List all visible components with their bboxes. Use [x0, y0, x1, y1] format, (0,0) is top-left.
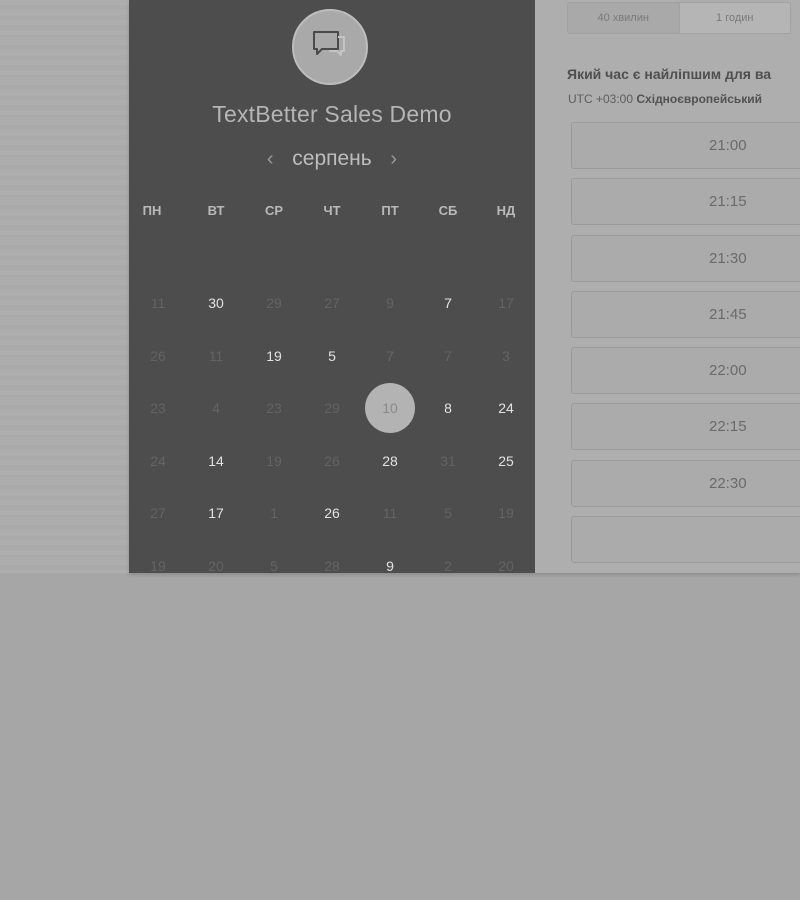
selected-day-circle: 10: [365, 383, 415, 434]
calendar-day: 5: [270, 557, 278, 573]
calendar-day[interactable]: 5: [303, 330, 361, 383]
weekday-label: ЧТ: [323, 203, 341, 218]
event-title: TextBetter Sales Demo: [212, 101, 452, 127]
calendar-day[interactable]: 26: [303, 487, 361, 540]
event-logo: [292, 9, 368, 85]
calendar-day: 1: [270, 505, 278, 522]
calendar-day: 9: [386, 295, 394, 312]
scheduler-widget: TextBetter Sales Demo ‹ серпень › ПН ВТ …: [129, 0, 800, 573]
time-slot-button[interactable]: 22:00: [571, 347, 800, 395]
calendar-day: 31: [440, 452, 456, 469]
time-slot-button[interactable]: 22:15: [571, 403, 800, 451]
calendar-day: 29: [324, 400, 340, 417]
calendar-day[interactable]: 28: [361, 435, 419, 488]
calendar-day[interactable]: 7: [419, 277, 477, 330]
calendar-day: 20: [208, 557, 224, 573]
calendar-day[interactable]: 25: [477, 435, 535, 488]
calendar-day[interactable]: 9: [361, 540, 419, 573]
month-navigation: ‹ серпень ›: [129, 145, 535, 173]
calendar-day: 20: [498, 557, 514, 573]
calendar-day: 11: [382, 505, 398, 522]
calendar-day[interactable]: 24: [477, 382, 535, 435]
weekday-label: СБ: [438, 203, 458, 218]
calendar-grid: 11 30 29 27 9 7 17 26 11 19 5 7 7 3 23 4 23 29 10 8 24 24 14 19…: [129, 277, 535, 573]
calendar-day: 4: [212, 400, 220, 417]
chevron-left-icon[interactable]: ‹: [262, 148, 278, 171]
time-slot-button[interactable]: 21:45: [571, 290, 800, 338]
duration-selector: 40 хвилин 1 годин: [567, 2, 791, 34]
calendar-day-selected[interactable]: 10: [361, 382, 419, 435]
month-label: серпень: [292, 147, 372, 170]
calendar-day: 27: [150, 505, 166, 522]
calendar-day: 26: [324, 452, 340, 469]
calendar-day[interactable]: 14: [187, 435, 245, 488]
time-slot-button[interactable]: [571, 516, 800, 564]
time-slot-list: 21:00 21:15 21:30 21:45 22:00 22:15 22:30: [571, 122, 800, 572]
weekday-label: ПТ: [381, 203, 399, 218]
calendar-day[interactable]: 30: [187, 277, 245, 330]
timezone-name: Східноєвропейський: [636, 92, 763, 106]
calendar-day[interactable]: 19: [245, 330, 303, 383]
calendar-day: 7: [444, 347, 452, 364]
weekday-label: СР: [264, 203, 284, 218]
calendar-day: 11: [208, 347, 224, 364]
weekday-header: ПН ВТ СР ЧТ ПТ СБ НД: [129, 203, 535, 218]
weekday-label: ВТ: [207, 203, 225, 218]
calendar-day: 7: [386, 347, 394, 364]
time-slot-button[interactable]: 22:30: [571, 459, 800, 507]
calendar-day: 17: [498, 295, 514, 312]
calendar-day: 23: [266, 400, 282, 417]
calendar-day: 19: [266, 452, 282, 469]
chat-bubble-icon: [313, 31, 345, 56]
calendar-day: 24: [150, 452, 166, 469]
chevron-right-icon[interactable]: ›: [386, 148, 402, 171]
calendar-day: 28: [324, 557, 340, 573]
calendar-day[interactable]: 8: [419, 382, 477, 435]
calendar-day: 3: [502, 347, 510, 364]
page-background-stripes: [0, 0, 129, 573]
calendar-day[interactable]: 17: [187, 487, 245, 540]
calendar-day: 11: [150, 295, 166, 312]
weekday-label: НД: [496, 203, 516, 218]
duration-option-1-hour[interactable]: 1 годин: [678, 3, 791, 33]
weekday-label: ПН: [142, 203, 162, 218]
calendar-day: 26: [150, 347, 166, 364]
time-question-heading: Який час є найліпшим для ва: [567, 66, 772, 82]
calendar-day: 2: [444, 557, 452, 573]
time-slot-button[interactable]: 21:00: [571, 122, 800, 169]
calendar-panel: TextBetter Sales Demo ‹ серпень › ПН ВТ …: [129, 0, 535, 573]
time-slot-button[interactable]: 21:15: [571, 178, 800, 226]
time-slot-button[interactable]: 21:30: [571, 234, 800, 282]
calendar-day: 27: [324, 295, 340, 312]
timezone-selector[interactable]: UTC +03:00 Східноєвропейський: [568, 92, 762, 106]
calendar-day: 23: [150, 400, 166, 417]
duration-option-40-min[interactable]: 40 хвилин: [568, 3, 679, 33]
time-panel: 40 хвилин 1 годин Який час є найліпшим д…: [535, 0, 800, 573]
calendar-day: 19: [498, 505, 514, 522]
calendar-day: 5: [444, 505, 452, 522]
calendar-day: 19: [150, 557, 166, 573]
calendar-day: 29: [266, 295, 282, 312]
timezone-offset: UTC +03:00: [568, 92, 634, 106]
